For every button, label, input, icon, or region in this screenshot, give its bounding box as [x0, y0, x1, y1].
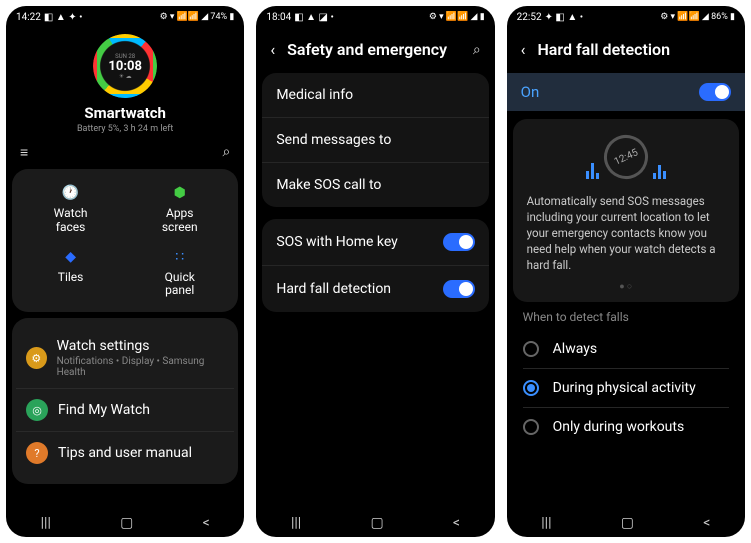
settings-row[interactable]: ⚙ Watch settings Notifications • Display…	[16, 328, 234, 388]
radio-option[interactable]: Always	[507, 330, 745, 368]
section-label: When to detect falls	[507, 310, 745, 330]
nav-bar: ||| ▢ <	[6, 509, 244, 537]
page-title: Safety and emergency	[287, 40, 461, 59]
back-icon[interactable]: ‹	[270, 40, 275, 59]
status-right: ⚙ ▾ 📶📶 ◢ 86% ▮	[660, 12, 735, 22]
row-label: Hard fall detection	[276, 281, 391, 297]
watch-time: 10:08	[108, 60, 142, 73]
radio-icon	[523, 341, 539, 357]
device-name: Smartwatch	[84, 104, 166, 122]
status-bar: 22:52 ✦ ◧ ▲ • ⚙ ▾ 📶📶 ◢ 86% ▮	[507, 6, 745, 26]
settings-row[interactable]: Medical info	[262, 73, 488, 117]
description-text: Automatically send SOS messages includin…	[527, 193, 725, 273]
battery-status: Battery 5%, 3 h 24 m left	[77, 124, 173, 134]
tile-icon: ⬢	[170, 183, 190, 203]
page-title: Hard fall detection	[537, 40, 731, 59]
radio-option[interactable]: Only during workouts	[507, 408, 745, 446]
nav-recents[interactable]: |||	[41, 515, 51, 531]
settings-row[interactable]: ◎ Find My Watch	[16, 388, 234, 431]
row-label: Send messages to	[276, 132, 391, 148]
tile-tiles[interactable]: ◆ Tiles	[16, 243, 125, 303]
nav-back[interactable]: <	[203, 515, 210, 531]
settings-row[interactable]: SOS with Home key	[262, 219, 488, 265]
radio-icon	[523, 419, 539, 435]
tile-label: Tiles	[58, 271, 84, 285]
status-time: 18:04	[266, 12, 291, 23]
settings-row[interactable]: Send messages to	[262, 117, 488, 162]
row-title: Watch settings	[57, 338, 225, 354]
tile-label: Quickpanel	[165, 271, 195, 299]
toggle-switch[interactable]	[443, 233, 475, 251]
toggle-switch[interactable]	[443, 280, 475, 298]
status-bar: 14:22 ◧ ▲ ✦ • ⚙ ▾ 📶📶 ◢ 74% ▮	[6, 6, 244, 26]
sos-toggles-section: SOS with Home key Hard fall detection	[262, 219, 488, 312]
nav-back[interactable]: <	[703, 515, 710, 531]
row-label: Make SOS call to	[276, 177, 381, 193]
tile-icon: ∷	[170, 247, 190, 267]
nav-recents[interactable]: |||	[291, 515, 301, 531]
settings-list-card: ⚙ Watch settings Notifications • Display…	[12, 318, 238, 484]
row-title: Tips and user manual	[58, 445, 192, 461]
tile-label: Watchfaces	[54, 207, 88, 235]
row-label: Medical info	[276, 87, 353, 103]
tile-icon: 🕐	[61, 183, 81, 203]
tile-watch[interactable]: 🕐 Watchfaces	[16, 179, 125, 239]
watch-preview[interactable]: SUN 28 10:08 ☀ ☁ Smartwatch Battery 5%, …	[6, 26, 244, 140]
radio-label: Always	[553, 341, 597, 357]
signal-bars-icon	[652, 165, 667, 179]
row-title: Find My Watch	[58, 402, 150, 418]
radio-group: Always During physical activity Only dur…	[507, 330, 745, 446]
radio-label: Only during workouts	[553, 419, 685, 435]
radio-icon	[523, 380, 539, 396]
status-time: 22:52	[517, 12, 542, 23]
settings-row[interactable]: Hard fall detection	[262, 265, 488, 312]
radio-option[interactable]: During physical activity	[507, 369, 745, 407]
watch-illustration-icon: 12:45	[597, 128, 655, 186]
search-icon[interactable]: ⌕	[222, 144, 230, 161]
row-icon: ◎	[26, 399, 48, 421]
back-icon[interactable]: ‹	[521, 40, 526, 59]
signal-bars-icon	[585, 163, 600, 179]
tile-label: Appsscreen	[162, 207, 198, 235]
nav-bar: ||| ▢ <	[256, 509, 494, 537]
nav-back[interactable]: <	[453, 515, 460, 531]
status-bar: 18:04 ◧ ▲ ◪ • ⚙ ▾ 📶📶 ◢ ▮	[256, 6, 494, 26]
search-icon[interactable]: ⌕	[473, 42, 481, 58]
master-toggle-row[interactable]: On	[507, 73, 745, 111]
status-left-icons: ◧ ▲ ◪ •	[294, 12, 334, 23]
settings-row[interactable]: Make SOS call to	[262, 162, 488, 207]
nav-home[interactable]: ▢	[621, 515, 634, 531]
on-label: On	[521, 83, 540, 101]
watch-complication-icons: ☀ ☁	[108, 73, 142, 80]
screen-wearable-app: 14:22 ◧ ▲ ✦ • ⚙ ▾ 📶📶 ◢ 74% ▮ SUN 28 10:0…	[6, 6, 244, 537]
status-left-icons: ✦ ◧ ▲ •	[545, 12, 584, 23]
tile-icon: ◆	[61, 247, 81, 267]
nav-home[interactable]: ▢	[370, 515, 383, 531]
row-label: SOS with Home key	[276, 234, 397, 250]
status-time: 14:22	[16, 12, 41, 23]
row-icon: ⚙	[26, 347, 47, 369]
nav-bar: ||| ▢ <	[507, 509, 745, 537]
quick-tiles-card: 🕐 Watchfaces⬢ Appsscreen◆ Tiles∷ Quickpa…	[12, 169, 238, 312]
status-right: ⚙ ▾ 📶📶 ◢ 74% ▮	[160, 12, 235, 22]
row-subtitle: Notifications • Display • Samsung Health	[57, 356, 225, 378]
screen-safety: 18:04 ◧ ▲ ◪ • ⚙ ▾ 📶📶 ◢ ▮ ‹ Safety and em…	[256, 6, 494, 537]
illustration-card: 12:45 Automatically send SOS messages in…	[513, 119, 739, 302]
nav-recents[interactable]: |||	[541, 515, 551, 531]
radio-label: During physical activity	[553, 380, 696, 396]
screen-fall-detection: 22:52 ✦ ◧ ▲ • ⚙ ▾ 📶📶 ◢ 86% ▮ ‹ Hard fall…	[507, 6, 745, 537]
menu-icon[interactable]: ≡	[20, 144, 28, 161]
settings-row[interactable]: ? Tips and user manual	[16, 431, 234, 474]
page-indicator: ● ○	[527, 281, 725, 292]
row-icon: ?	[26, 442, 48, 464]
emergency-contacts-section: Medical info Send messages to Make SOS cal…	[262, 73, 488, 207]
tile-quick[interactable]: ∷ Quickpanel	[125, 243, 234, 303]
toggle-switch[interactable]	[699, 83, 731, 101]
status-left-icons: ◧ ▲ ✦ •	[44, 12, 83, 23]
nav-home[interactable]: ▢	[120, 515, 133, 531]
status-right: ⚙ ▾ 📶📶 ◢ ▮	[429, 12, 485, 22]
tile-apps[interactable]: ⬢ Appsscreen	[125, 179, 234, 239]
